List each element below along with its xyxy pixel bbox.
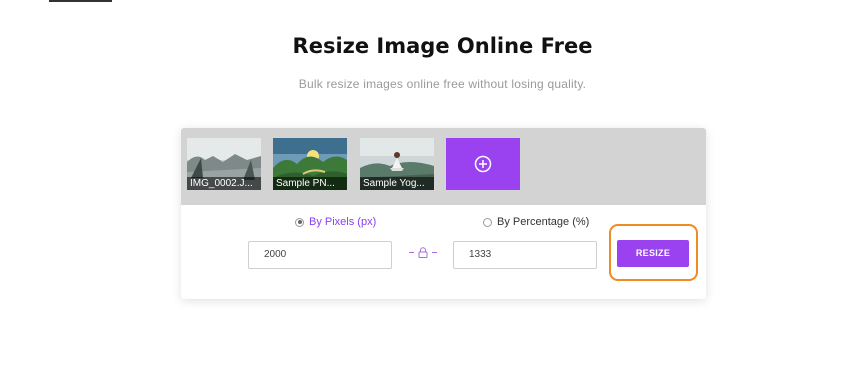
by-pixels-label: By Pixels (px) bbox=[309, 216, 377, 228]
by-percentage-option[interactable]: By Percentage (%) bbox=[483, 216, 589, 228]
by-percentage-label: By Percentage (%) bbox=[497, 216, 590, 228]
thumbnail-strip: IMG_0002.J... Sample PN... Sample Yog... bbox=[181, 128, 706, 205]
by-pixels-radio[interactable] bbox=[295, 217, 304, 227]
plus-circle-icon bbox=[474, 155, 492, 173]
thumbnail-2[interactable]: Sample PN... bbox=[273, 138, 347, 190]
by-percentage-radio[interactable] bbox=[483, 217, 492, 227]
thumbnail-1[interactable]: IMG_0002.J... bbox=[187, 138, 261, 190]
page-title: Resize Image Online Free bbox=[292, 34, 593, 58]
thumbnail-3[interactable]: Sample Yog... bbox=[360, 138, 434, 190]
thumbnail-2-filename: Sample PN... bbox=[273, 177, 347, 190]
lock-dash-right bbox=[432, 252, 437, 253]
lock-icon bbox=[418, 247, 428, 258]
lock-dash-left bbox=[409, 252, 414, 253]
page-subtitle: Bulk resize images online free without l… bbox=[298, 77, 587, 91]
aspect-lock[interactable] bbox=[409, 247, 437, 258]
width-input[interactable]: 2000 bbox=[248, 241, 392, 269]
resize-button[interactable]: RESIZE bbox=[617, 240, 689, 267]
thumbnail-3-filename: Sample Yog... bbox=[360, 177, 434, 190]
add-image-button[interactable] bbox=[446, 138, 520, 190]
height-input[interactable]: 1333 bbox=[453, 241, 597, 269]
thumbnail-1-filename: IMG_0002.J... bbox=[187, 177, 261, 190]
top-nav-underline bbox=[49, 0, 112, 2]
by-pixels-option[interactable]: By Pixels (px) bbox=[295, 216, 376, 228]
